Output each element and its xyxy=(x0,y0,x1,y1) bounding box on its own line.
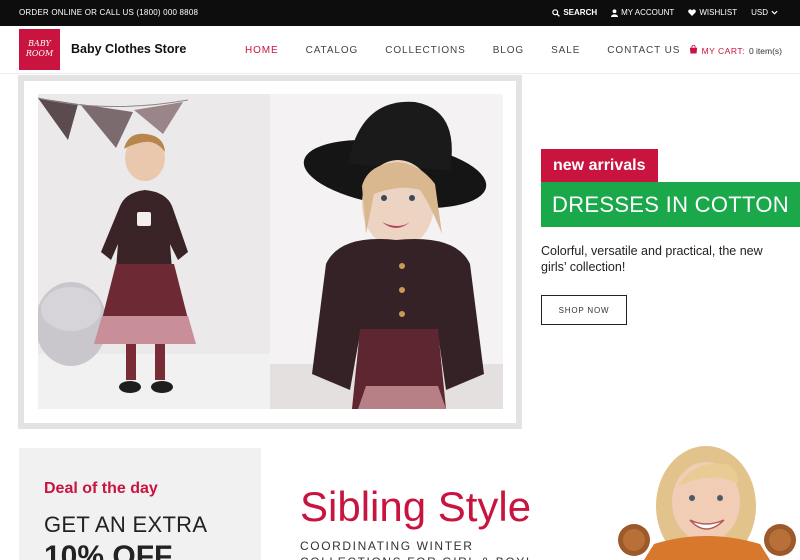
shop-now-button[interactable]: SHOP NOW xyxy=(541,295,627,325)
store-name[interactable]: Baby Clothes Store xyxy=(71,42,186,56)
sibling-style-subtitle: COORDINATING WINTER COLLECTIONS FOR GIRL… xyxy=(300,539,529,560)
nav-blog[interactable]: BLOG xyxy=(493,45,524,56)
sibling-style-title: Sibling Style xyxy=(300,483,532,530)
deal-extra-text: GET AN EXTRA xyxy=(44,512,208,537)
currency-value: USD xyxy=(751,8,768,17)
deal-label: Deal of the day xyxy=(44,480,158,497)
nav-catalog[interactable]: CATALOG xyxy=(306,45,359,56)
cart-link[interactable]: MY CART: 0 item(s) xyxy=(689,44,782,56)
my-account-label: MY ACCOUNT xyxy=(621,8,675,17)
hero-photo-girl-standing xyxy=(38,94,270,409)
hero-text-block: new arrivals DRESSES IN COTTON Colorful,… xyxy=(541,149,800,325)
cart-label: MY CART: xyxy=(701,45,745,56)
main-nav: HOME CATALOG COLLECTIONS BLOG SALE CONTA… xyxy=(245,45,707,56)
dresses-in-cotton-heading: DRESSES IN COTTON xyxy=(541,182,800,227)
chevron-down-icon xyxy=(771,10,778,15)
logo-line-1: BABY xyxy=(28,39,51,48)
promo-text: ORDER ONLINE OR CALL US (1800) 000 8808 xyxy=(19,8,199,17)
nav-sale[interactable]: SALE xyxy=(551,45,580,56)
site-header: BABY ROOM Baby Clothes Store HOME CATALO… xyxy=(0,26,800,74)
wishlist-link[interactable]: WISHLIST xyxy=(688,8,737,17)
sibling-photo-girl-scarf xyxy=(614,440,800,560)
store-logo[interactable]: BABY ROOM xyxy=(19,29,60,70)
user-icon xyxy=(611,8,619,17)
nav-home[interactable]: HOME xyxy=(245,45,279,56)
top-links: SEARCH MY ACCOUNT WISHLIST USD xyxy=(552,8,778,17)
logo-line-2: ROOM xyxy=(25,49,54,58)
hero-banner-frame xyxy=(18,75,522,429)
nav-collections[interactable]: COLLECTIONS xyxy=(385,45,465,56)
deal-of-the-day-panel[interactable]: Deal of the day GET AN EXTRA 10% OFF xyxy=(19,448,261,560)
currency-select[interactable]: USD xyxy=(751,8,778,17)
hero-photo-girl-hat xyxy=(270,94,503,409)
search-label: SEARCH xyxy=(563,8,598,17)
hero-description: Colorful, versatile and practical, the n… xyxy=(541,244,763,274)
top-bar: ORDER ONLINE OR CALL US (1800) 000 8808 … xyxy=(0,0,800,26)
my-account-link[interactable]: MY ACCOUNT xyxy=(611,8,674,17)
cart-count: 0 item(s) xyxy=(748,45,782,56)
search-icon xyxy=(552,8,561,17)
deal-percent: 10% OFF xyxy=(44,540,173,560)
hero-banner[interactable] xyxy=(24,81,516,423)
search-link[interactable]: SEARCH xyxy=(552,8,597,17)
heart-icon xyxy=(688,9,697,16)
nav-contact-us[interactable]: CONTACT US xyxy=(607,45,680,56)
shopping-bag-icon xyxy=(689,44,698,56)
wishlist-label: WISHLIST xyxy=(699,8,738,17)
new-arrivals-badge: new arrivals xyxy=(541,149,658,182)
